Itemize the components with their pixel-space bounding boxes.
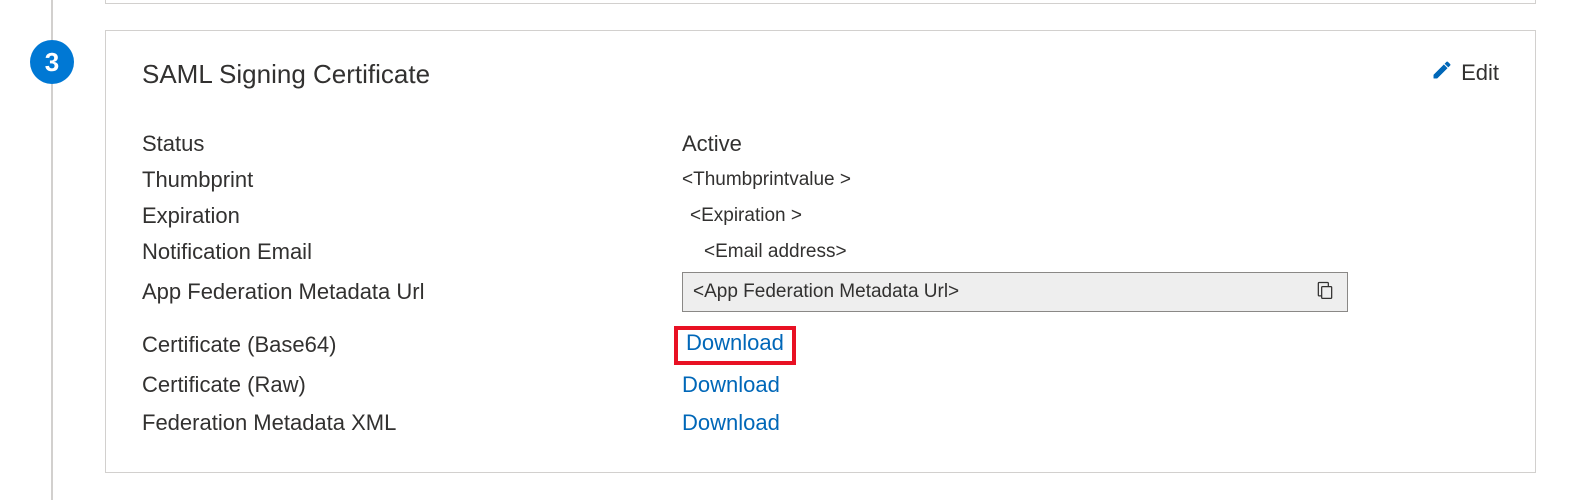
notification-email-value: <Email address> xyxy=(682,241,847,263)
status-row: Status Active xyxy=(142,126,1499,162)
step-connector-bottom xyxy=(51,84,53,500)
cert-raw-label: Certificate (Raw) xyxy=(142,372,682,398)
cert-base64-download-highlight: Download xyxy=(674,326,796,365)
pencil-icon xyxy=(1431,59,1453,86)
notification-email-label: Notification Email xyxy=(142,239,682,265)
thumbprint-row: Thumbprint <Thumbprintvalue > xyxy=(142,162,1499,198)
cert-base64-download-link[interactable]: Download xyxy=(686,330,784,355)
metadata-url-row: App Federation Metadata Url <App Federat… xyxy=(142,270,1499,314)
fed-xml-row: Federation Metadata XML Download xyxy=(142,404,1499,442)
step-number-badge: 3 xyxy=(30,40,74,84)
expiration-row: Expiration <Expiration > xyxy=(142,198,1499,234)
edit-label: Edit xyxy=(1461,60,1499,86)
metadata-url-field[interactable]: <App Federation Metadata Url> xyxy=(682,272,1348,312)
card-header: SAML Signing Certificate Edit xyxy=(142,59,1499,90)
step-connector-top xyxy=(51,0,53,40)
cert-raw-download-link[interactable]: Download xyxy=(682,372,780,398)
card-title: SAML Signing Certificate xyxy=(142,59,430,90)
fed-xml-download-link[interactable]: Download xyxy=(682,410,780,436)
copy-icon xyxy=(1315,280,1335,305)
saml-signing-certificate-card: SAML Signing Certificate Edit Status Act… xyxy=(105,30,1536,473)
cert-base64-row: Certificate (Base64) Download xyxy=(142,324,1499,366)
notification-email-row: Notification Email <Email address> xyxy=(142,234,1499,270)
status-label: Status xyxy=(142,131,682,157)
cert-base64-label: Certificate (Base64) xyxy=(142,332,682,358)
prev-card-bottom-edge xyxy=(105,0,1536,4)
fed-xml-label: Federation Metadata XML xyxy=(142,410,682,436)
metadata-url-label: App Federation Metadata Url xyxy=(142,279,682,305)
expiration-label: Expiration xyxy=(142,203,682,229)
metadata-url-value: <App Federation Metadata Url> xyxy=(693,281,1313,303)
field-grid: Status Active Thumbprint <Thumbprintvalu… xyxy=(142,126,1499,442)
cert-raw-row: Certificate (Raw) Download xyxy=(142,366,1499,404)
step-number-text: 3 xyxy=(45,47,59,78)
copy-button[interactable] xyxy=(1313,280,1337,304)
edit-button[interactable]: Edit xyxy=(1431,59,1499,86)
thumbprint-value: <Thumbprintvalue > xyxy=(682,169,851,191)
thumbprint-label: Thumbprint xyxy=(142,167,682,193)
expiration-value: <Expiration > xyxy=(682,205,802,227)
status-value: Active xyxy=(682,131,742,157)
